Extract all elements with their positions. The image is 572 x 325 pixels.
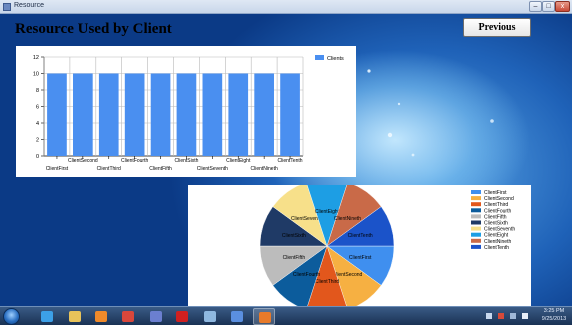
bar — [150, 73, 171, 156]
network-icon[interactable] — [510, 313, 516, 319]
pie-slice-label: ClientFifth — [283, 255, 306, 261]
visual-studio-icon[interactable] — [145, 308, 167, 325]
maximize-button[interactable]: □ — [542, 1, 555, 12]
bar — [254, 73, 274, 156]
taskbar-glyph — [41, 311, 53, 322]
x-tick-label: ClientFirst — [46, 166, 69, 172]
x-tick-label: ClientSixth — [174, 158, 198, 164]
legend-swatch — [471, 190, 481, 194]
legend-swatch — [471, 208, 481, 213]
bar — [176, 73, 197, 156]
legend-label: ClientFourth — [484, 208, 511, 214]
system-tray — [482, 310, 534, 322]
y-tick-label: 4 — [36, 121, 39, 127]
tray-flag-icon[interactable] — [498, 313, 504, 319]
taskbar-glyph — [150, 311, 162, 322]
page-title: Resource Used by Client — [15, 21, 172, 37]
legend-label: ClientThird — [484, 202, 508, 208]
y-tick-label: 6 — [36, 105, 39, 111]
window-app-icon — [3, 3, 11, 11]
y-tick-label: 12 — [33, 55, 39, 61]
x-tick-label: ClientEight — [226, 158, 251, 164]
legend-label: ClientEight — [484, 233, 509, 239]
legend-swatch — [471, 238, 481, 243]
bar — [124, 73, 145, 156]
title-bar: Resource – □ x — [0, 0, 572, 14]
legend-swatch — [471, 220, 481, 225]
taskbar: 3:25 PM 9/25/2013 — [0, 306, 572, 325]
pie-slice-label: ClientTenth — [348, 233, 373, 239]
legend-label: ClientSeventh — [484, 227, 515, 233]
taskbar-glyph — [176, 311, 188, 322]
app-icon-infinity[interactable] — [226, 308, 248, 325]
pie-chart-panel: ClientFirst ClientSecond ClientThird Client… — [188, 178, 531, 306]
x-tick-label: ClientFourth — [121, 158, 148, 164]
taskbar-glyph — [69, 311, 81, 322]
bar — [98, 73, 119, 156]
x-tick-label: ClientThird — [97, 166, 121, 172]
pie-slice-label: ClientThird — [315, 279, 339, 285]
pie-slice-label: ClientSixth — [282, 233, 306, 239]
clock-time[interactable]: 3:25 PM — [537, 308, 571, 314]
internet-explorer-icon[interactable] — [36, 308, 58, 325]
taskbar-glyph — [231, 311, 243, 322]
media-player-icon[interactable] — [90, 308, 112, 325]
folder-icon[interactable] — [64, 308, 86, 325]
taskbar-glyph — [259, 312, 271, 323]
legend-swatch — [471, 214, 481, 219]
taskbar-glyph — [95, 311, 107, 322]
x-tick-label: ClientNineth — [251, 166, 278, 172]
y-tick-label: 10 — [33, 72, 39, 78]
x-tick-label: ClientSecond — [68, 158, 98, 164]
pie-slice-label: ClientEight — [315, 209, 340, 215]
minimize-button[interactable]: – — [529, 1, 542, 12]
previous-button[interactable]: Previous — [463, 18, 531, 37]
tray-arrow-icon[interactable] — [486, 313, 492, 319]
pie-slice-label: ClientFirst — [349, 255, 372, 261]
legend-label: ClientSecond — [484, 196, 514, 202]
x-tick-label: ClientTenth — [278, 158, 303, 164]
y-tick-label: 8 — [36, 88, 39, 94]
taskbar-glyph — [122, 311, 134, 322]
window-title: Resource — [14, 2, 44, 9]
bar — [228, 73, 249, 156]
bar-chart-panel: 0 2 4 6 8 10 12 ClientFirst ClientSecond ClientTh… — [16, 46, 356, 177]
y-tick-label: 2 — [36, 138, 39, 144]
x-tick-label: ClientSeventh — [197, 166, 228, 172]
pie-slice-label: ClientNineth — [334, 216, 361, 222]
legend-label: ClientFifth — [484, 214, 507, 220]
y-tick-label: 0 — [36, 154, 39, 160]
legend-swatch — [471, 232, 481, 237]
legend-swatch — [471, 226, 481, 231]
pie-slice-label: ClientFourth — [293, 272, 320, 278]
pie-chart: ClientFirstClientSecondClientThirdClient… — [259, 178, 515, 306]
legend-swatch — [471, 196, 481, 201]
taskbar-glyph — [204, 311, 216, 322]
legend-swatch — [471, 202, 481, 207]
legend-swatch — [315, 55, 324, 60]
volume-icon[interactable] — [522, 313, 528, 319]
legend-swatch — [471, 244, 481, 249]
chrome-icon[interactable] — [117, 308, 139, 325]
start-button[interactable] — [3, 308, 20, 325]
bar-chart: 0 2 4 6 8 10 12 ClientFirst ClientSecond ClientTh… — [33, 55, 344, 172]
legend-label: Clients — [327, 56, 344, 62]
bar — [47, 73, 67, 156]
close-button[interactable]: x — [555, 1, 570, 12]
x-tick-label: ClientFifth — [149, 166, 172, 172]
bar — [73, 73, 93, 156]
app-window: Resource – □ x Resource Used by Client P… — [0, 0, 572, 306]
clock-date[interactable]: 9/25/2013 — [537, 316, 571, 322]
bar — [280, 73, 300, 156]
acrobat-icon[interactable] — [171, 308, 193, 325]
resource-app-icon[interactable] — [253, 308, 275, 325]
bar — [202, 73, 223, 156]
legend-label: ClientNineth — [484, 239, 511, 245]
legend-label: ClientTenth — [484, 245, 509, 251]
screenshot-tool-icon[interactable] — [199, 308, 221, 325]
legend-label: ClientSixth — [484, 221, 508, 227]
legend-label: ClientFirst — [484, 190, 507, 196]
